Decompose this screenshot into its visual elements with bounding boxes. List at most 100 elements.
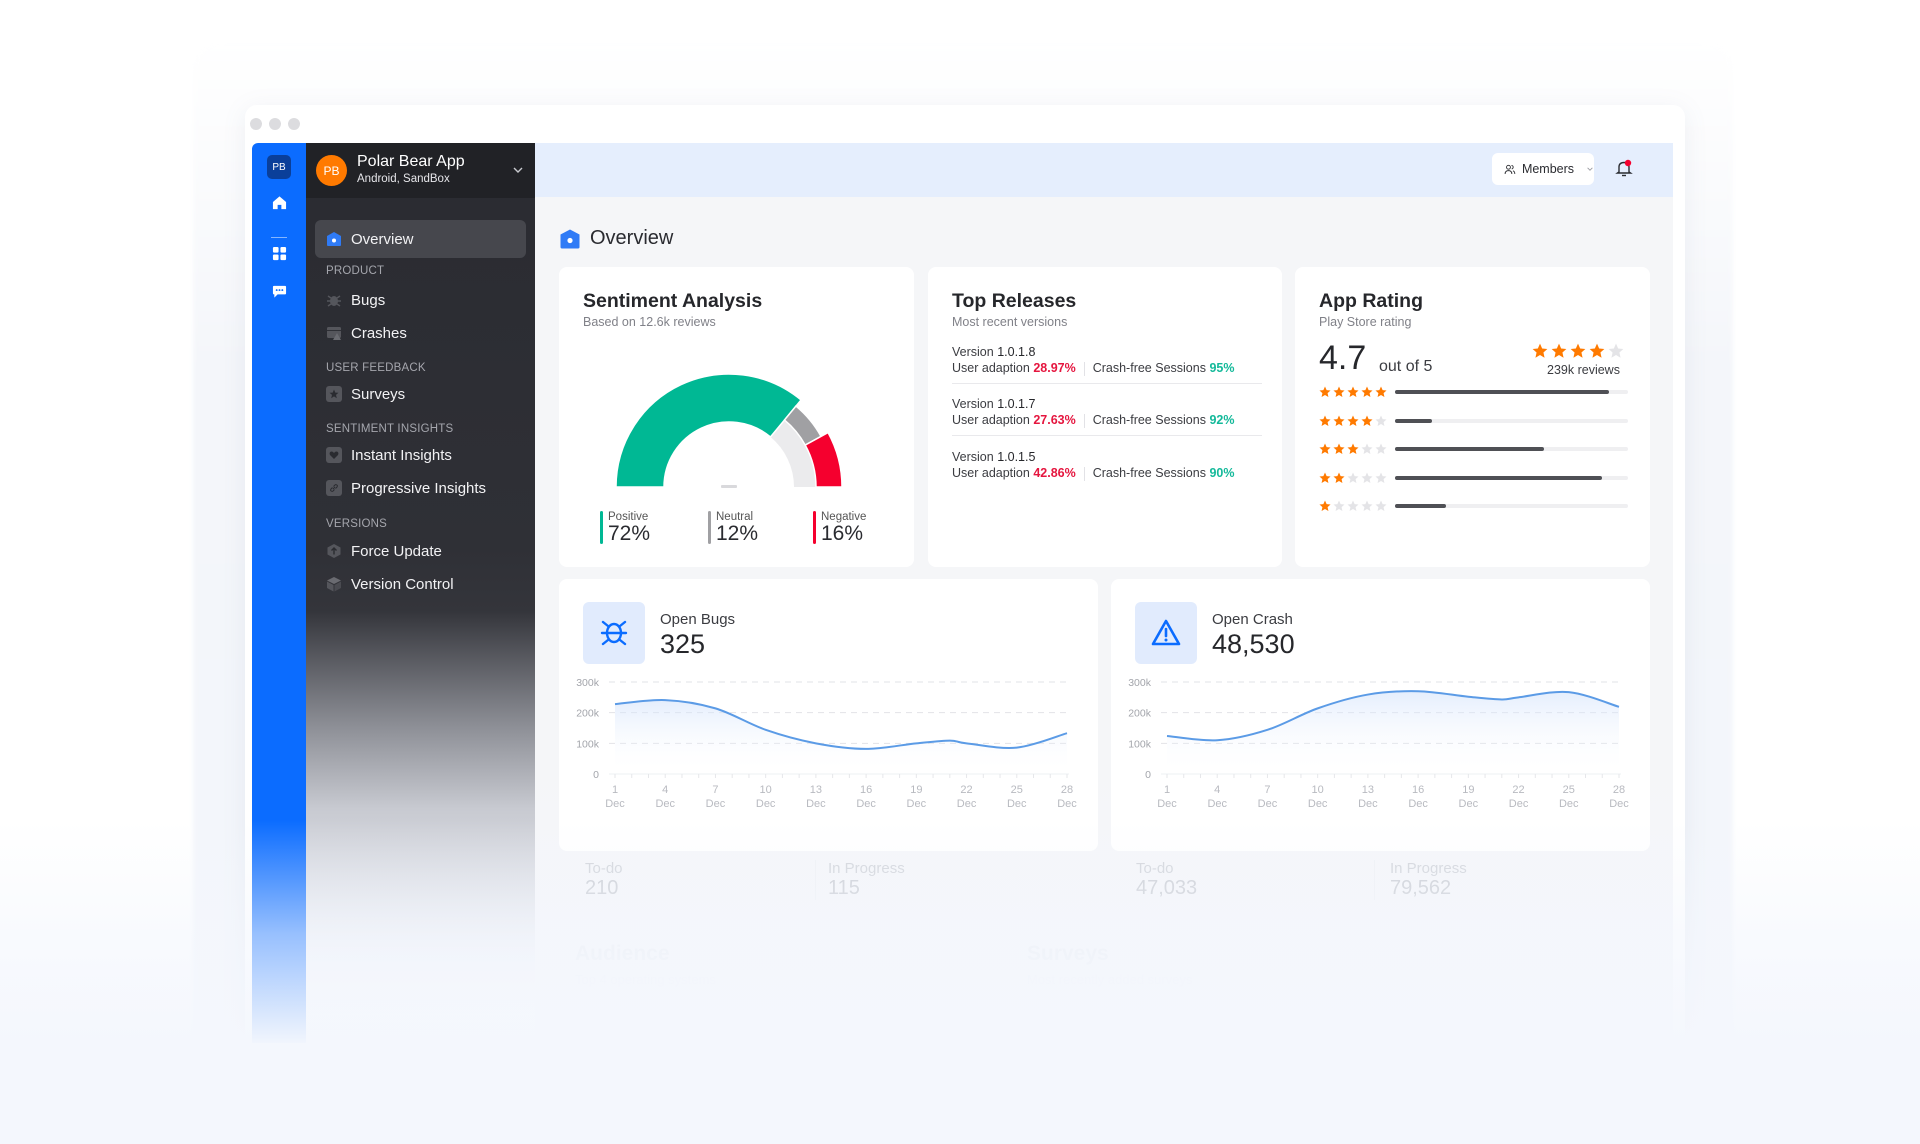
- open-crash-chart: 0 100k 200k 300k 1 Dec 4 Dec 7 Dec 10 Dec 13 Dec 16 Dec…: [1128, 677, 1629, 810]
- rating-bar-fill: [1395, 390, 1610, 394]
- star-filled-icon: [1319, 500, 1331, 512]
- rating-row-1-star: [1319, 499, 1639, 513]
- sidebar-item-bugs[interactable]: Bugs: [326, 289, 385, 311]
- x-tick-label-month: Dec: [806, 798, 826, 810]
- adoption-value: 27.63%: [1033, 413, 1076, 427]
- sidebar-section-sentiment-insights: SENTIMENT INSIGHTS: [326, 423, 454, 435]
- star-filled-icon: [1589, 343, 1605, 358]
- chevron-down-icon[interactable]: [511, 163, 525, 177]
- stat-value: 325: [660, 629, 706, 659]
- notification-bell-icon[interactable]: [1614, 158, 1634, 178]
- browser-window: PB PB Polar Bear App Android, SandBox Ov…: [245, 105, 1685, 1144]
- rating-row-4-star: [1319, 414, 1639, 428]
- rating-row-stars: [1319, 471, 1387, 484]
- star-filled-icon: [1570, 343, 1586, 358]
- adoption-value: 42.86%: [1033, 466, 1076, 480]
- rating-row-stars: [1319, 414, 1387, 427]
- top-header: Members: [535, 143, 1673, 197]
- star-filled-icon: [1347, 386, 1359, 398]
- star-empty-icon: [1375, 471, 1387, 483]
- sidebar-item-label: Surveys: [351, 385, 406, 403]
- chat-icon[interactable]: [270, 282, 288, 300]
- open-crash-card: Open Crash 48,530 0 100k 200k 300k 1 Dec 4 Dec 7…: [1111, 579, 1650, 851]
- star-icon: [326, 386, 342, 402]
- grid-icon[interactable]: [270, 244, 288, 262]
- sidebar-item-surveys[interactable]: Surveys: [326, 383, 405, 405]
- sidebar-item-label: Version Control: [351, 575, 454, 593]
- rating-bar-track: [1395, 504, 1628, 508]
- sidebar-item-instant-insights[interactable]: Instant Insights: [326, 444, 452, 466]
- divider: [1083, 413, 1085, 428]
- x-tick-label-month: Dec: [1207, 798, 1227, 810]
- x-tick-label-month: Dec: [856, 798, 876, 810]
- x-tick-label-month: Dec: [1559, 798, 1579, 810]
- window-maximize-button[interactable]: [288, 118, 300, 130]
- adoption-label: User adaption: [952, 466, 1030, 480]
- x-tick-label-month: Dec: [1358, 798, 1378, 810]
- divider: [1083, 361, 1085, 376]
- legend-value: 16%: [821, 522, 864, 545]
- members-dropdown[interactable]: Members: [1492, 153, 1594, 185]
- sidebar-item-label: Bugs: [351, 291, 386, 309]
- legend-negative: Negative 16%: [813, 511, 866, 545]
- legend-swatch: [708, 511, 711, 544]
- card-subtitle: Play Store rating: [1319, 315, 1412, 329]
- crashfree-label: Crash-free Sessions: [1092, 466, 1206, 480]
- divider: [815, 860, 816, 900]
- x-tick-label: 19: [1462, 784, 1474, 796]
- members-label: Members: [1521, 162, 1575, 176]
- x-tick-label: 16: [860, 784, 872, 796]
- page-title: Overview: [559, 227, 673, 250]
- rating-row-5-star: [1319, 385, 1639, 399]
- y-tick-label: 200k: [576, 708, 600, 720]
- crash-icon: [327, 327, 341, 340]
- in-progress-value: 115: [828, 877, 860, 899]
- release-item[interactable]: Version 1.0.1.7 User adaption 27.63% Cras…: [952, 397, 1234, 428]
- page-title-text: Overview: [590, 227, 674, 249]
- todo-label: To-do: [585, 860, 623, 877]
- star-filled-icon: [1319, 471, 1331, 483]
- sidebar-item-overview-content[interactable]: Overview: [326, 228, 414, 250]
- rating-stars: [1532, 343, 1624, 359]
- crashfree-value: 90%: [1209, 466, 1235, 480]
- app-switcher[interactable]: PB Polar Bear App Android, SandBox: [306, 143, 535, 198]
- x-tick-label: 10: [1312, 784, 1324, 796]
- card-title: Top Releases: [952, 290, 1077, 312]
- sidebar-item-version-control[interactable]: Version Control: [326, 573, 454, 595]
- star-filled-icon: [1333, 386, 1345, 398]
- release-item[interactable]: Version 1.0.1.5 User adaption 42.86% Cras…: [952, 450, 1234, 481]
- todo-label: To-do: [1136, 860, 1174, 877]
- crashfree-label: Crash-free Sessions: [1092, 413, 1206, 427]
- star-filled-icon: [1319, 443, 1331, 455]
- divider: [1374, 860, 1375, 900]
- rating-row-2-star: [1319, 471, 1639, 485]
- rating-bar-track: [1395, 447, 1628, 451]
- window-minimize-button[interactable]: [269, 118, 281, 130]
- overview-icon: [560, 229, 580, 248]
- workspace-logo[interactable]: PB: [267, 155, 291, 179]
- x-tick-label-month: Dec: [1157, 798, 1177, 810]
- x-tick-label-month: Dec: [1308, 798, 1328, 810]
- release-item[interactable]: Version 1.0.1.8 User adaption 28.97% Cras…: [952, 345, 1234, 376]
- star-filled-icon: [1347, 443, 1359, 455]
- star-empty-icon: [1361, 443, 1373, 455]
- in-progress-label: In Progress: [1390, 860, 1467, 877]
- y-tick-label: 100k: [576, 738, 600, 750]
- window-close-button[interactable]: [250, 118, 262, 130]
- star-filled-icon: [1319, 386, 1331, 398]
- card-subtitle: Most recent versions: [952, 315, 1068, 329]
- bug-icon: [327, 295, 341, 307]
- chevron-down-icon: [1587, 167, 1593, 171]
- version-number: 1.0.1.8: [997, 345, 1036, 359]
- warning-icon: [1135, 602, 1197, 664]
- sidebar-item-progressive-insights[interactable]: Progressive Insights: [326, 477, 486, 499]
- sidebar-item-crashes[interactable]: Crashes: [326, 322, 407, 344]
- window-controls: [250, 118, 300, 130]
- sidebar-item-force-update[interactable]: Force Update: [326, 540, 442, 562]
- x-tick-label: 10: [760, 784, 772, 796]
- star-filled-icon: [1333, 414, 1345, 426]
- home-icon[interactable]: [270, 193, 288, 211]
- version-number: 1.0.1.7: [997, 397, 1036, 411]
- overview-icon: [327, 232, 341, 246]
- star-empty-icon: [1608, 343, 1624, 358]
